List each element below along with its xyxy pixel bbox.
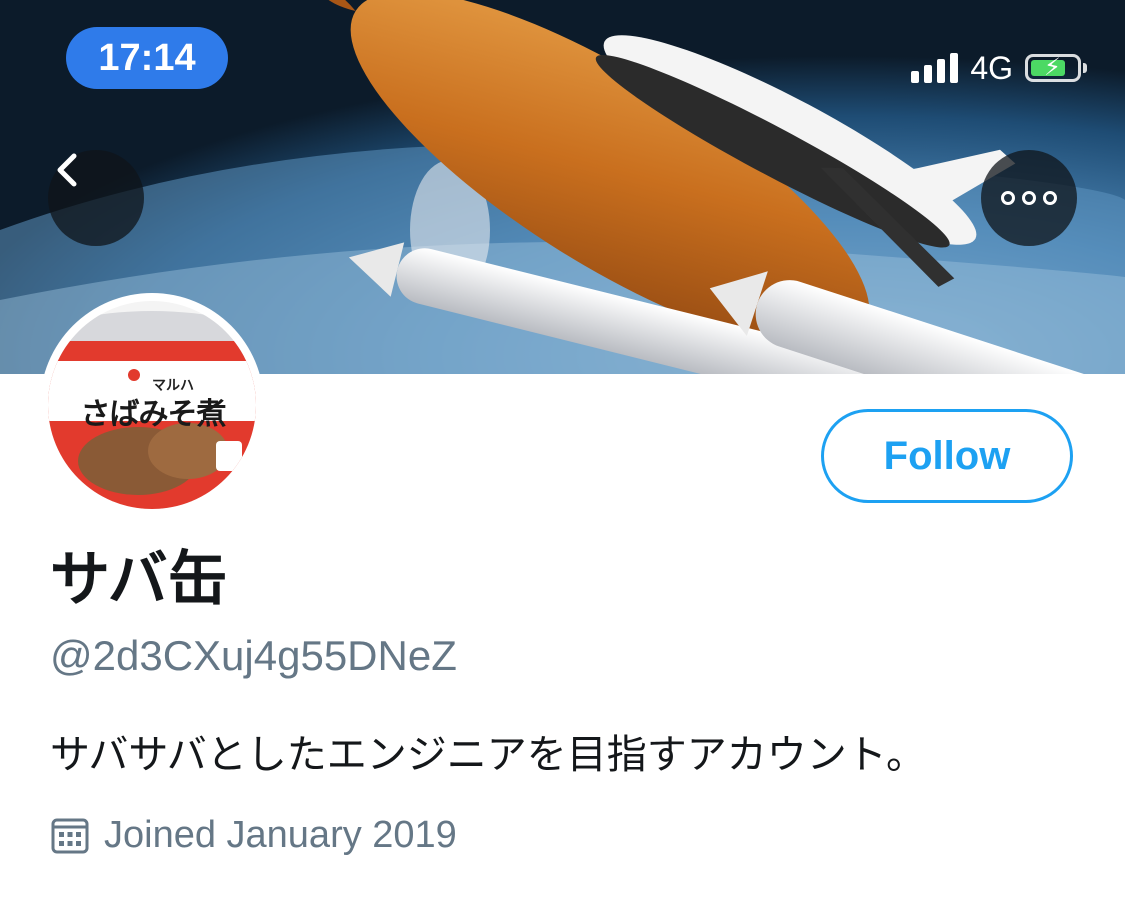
more-dots-icon bbox=[1001, 191, 1057, 205]
network-type: 4G bbox=[970, 49, 1013, 86]
signal-bars-icon bbox=[911, 53, 959, 83]
profile-avatar[interactable]: マルハ さばみそ煮 bbox=[40, 293, 264, 517]
display-name: サバ缶 bbox=[50, 545, 228, 615]
avatar-product: さばみそ煮 bbox=[80, 397, 227, 432]
user-handle: @2d3CXuj4g55DNeZ bbox=[50, 632, 457, 679]
more-options-button[interactable] bbox=[981, 150, 1077, 246]
battery-charging-icon: ⚡ bbox=[1025, 53, 1087, 82]
avatar-image: マルハ さばみそ煮 bbox=[48, 301, 256, 509]
status-time: 17:14 bbox=[66, 27, 228, 89]
joined-date: Joined January 2019 bbox=[50, 812, 457, 858]
profile-bio: サバサバとしたエンジニアを目指すアカウント。 bbox=[50, 732, 926, 778]
joined-text: Joined January 2019 bbox=[104, 814, 457, 856]
follow-button[interactable]: Follow bbox=[821, 409, 1073, 503]
status-indicators: 4G ⚡ bbox=[911, 48, 1087, 88]
back-button[interactable] bbox=[48, 150, 144, 246]
back-chevron-icon bbox=[57, 153, 77, 187]
calendar-icon bbox=[51, 818, 89, 854]
